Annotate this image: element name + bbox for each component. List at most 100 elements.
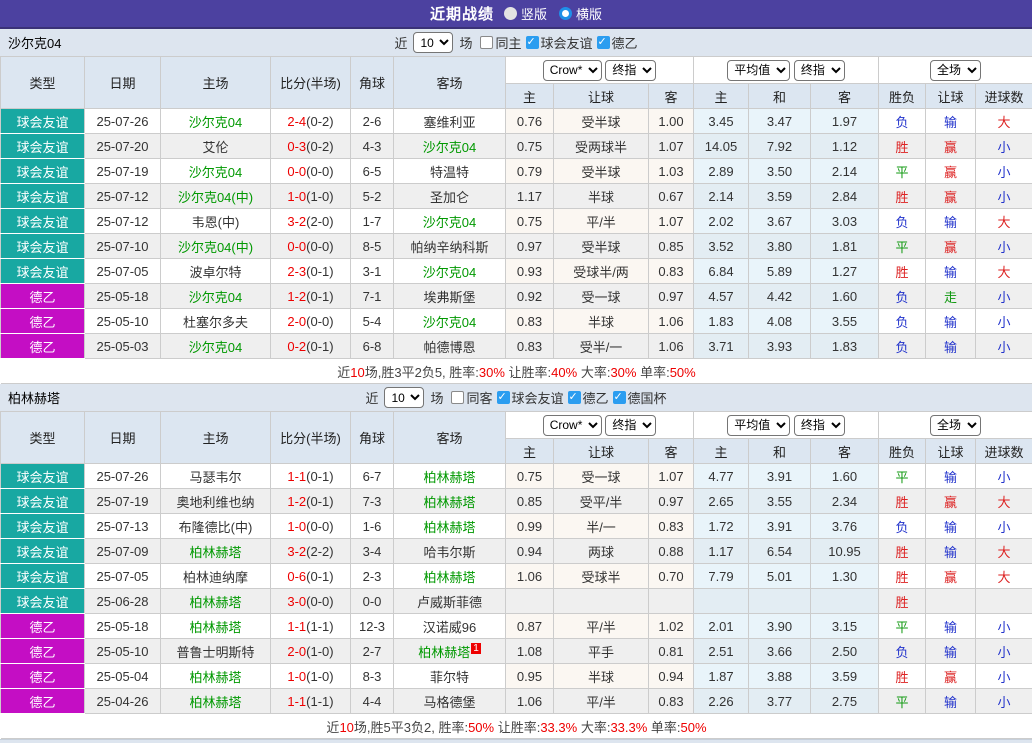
radio-icon[interactable] [559,7,572,20]
filter-check-item[interactable]: 德乙 [597,33,638,52]
avg-draw-odds: 5.01 [749,564,811,589]
score-cell: 3-2(2-2) [271,539,351,564]
avg-away-odds: 3.55 [811,309,879,334]
handicap-result-cell: 赢 [926,159,976,184]
filter-check-item[interactable]: 球会友谊 [526,33,593,52]
filter-check-item[interactable]: 球会友谊 [497,388,564,407]
halftime-score: (0-1) [306,569,333,584]
goals-result-cell: 小 [976,664,1032,689]
match-type-badge: 球会友谊 [1,514,85,539]
checkbox-unchecked-icon[interactable] [451,391,464,404]
match-row: 球会友谊25-07-12沙尔克04(中)1-0(1-0)5-2圣加仑1.17半球… [1,184,1032,209]
filter-checkbox-label: 球会友谊 [512,388,564,407]
crow-away-odds: 1.07 [649,134,694,159]
avg-draw-odds: 3.80 [749,234,811,259]
score-cell: 2-0(1-0) [271,639,351,664]
filter-checkbox-label: 德国杯 [628,388,667,407]
odds-stage-select[interactable]: 终指 [605,60,656,81]
filter-checkbox-label: 同客 [466,388,492,407]
avg-home-odds: 3.71 [694,334,749,359]
result-cell: 胜 [879,564,926,589]
avg-source-select[interactable]: 平均值 [727,60,790,81]
avg-draw-odds: 3.91 [749,464,811,489]
radio-icon[interactable] [504,7,517,20]
match-type-badge: 球会友谊 [1,539,85,564]
handicap-result-cell: 输 [926,334,976,359]
home-team-cell: 普鲁士明斯特 [161,639,271,664]
avg-away-odds: 2.50 [811,639,879,664]
checkbox-unchecked-icon[interactable] [480,36,493,49]
fulltime-score: 0-2 [287,339,306,354]
odds-source-select[interactable]: Crow* [543,415,602,436]
odds-stage-select[interactable]: 终指 [605,415,656,436]
filter-check-item[interactable]: 同主 [480,33,521,52]
corner-score: 7-3 [351,489,394,514]
col-home: 主场 [161,412,271,464]
home-team-name: 韦恩(中) [192,215,240,230]
scope-select[interactable]: 全场 [930,60,981,81]
match-count-select[interactable]: 10 [413,32,453,53]
avg-draw-odds: 3.93 [749,334,811,359]
filter-check-item[interactable]: 德国杯 [613,388,667,407]
match-count-select[interactable]: 10 [384,387,424,408]
crow-home-odds: 0.92 [506,284,554,309]
avg-stage-select[interactable]: 终指 [794,60,845,81]
recent-results-table: 类型 日期 主场 比分(半场) 角球 客场 Crow* 终指 平均值 终指 全场 [0,56,1032,384]
home-team-name: 马瑟韦尔 [189,470,241,485]
col-date: 日期 [85,412,161,464]
fulltime-score: 0-6 [287,569,306,584]
checkbox-checked-icon[interactable] [526,36,539,49]
handicap-line: 平/半 [554,689,649,714]
subcol-handicap-result: 让球 [926,439,976,464]
filter-check-item[interactable]: 同客 [451,388,492,407]
odds-source-group: Crow* 终指 [506,57,694,84]
match-date: 25-05-03 [85,334,161,359]
match-row: 德乙25-05-10普鲁士明斯特2-0(1-0)2-7柏林赫塔11.08平手0.… [1,639,1032,664]
fulltime-score: 1-0 [287,669,306,684]
fulltime-score: 2-0 [287,314,306,329]
avg-draw-odds: 3.91 [749,514,811,539]
section-summary: 近10场,胜3平2负5, 胜率:30% 让胜率:40% 大率:30% 单率:50… [1,359,1032,384]
summary-stat-value: 33.3% [610,720,647,735]
goals-result-cell: 小 [976,309,1032,334]
away-team-name: 特温特 [430,165,469,180]
fulltime-score: 1-1 [287,694,306,709]
goals-result-cell: 大 [976,539,1032,564]
odds-source-select[interactable]: Crow* [543,60,602,81]
halftime-score: (0-1) [306,289,333,304]
crow-home-odds: 0.75 [506,209,554,234]
result-cell: 胜 [879,184,926,209]
match-row: 德乙25-05-03沙尔克040-2(0-1)6-8帕德博恩0.83受半/一1.… [1,334,1032,359]
result-cell: 负 [879,284,926,309]
filter-check-item[interactable]: 德乙 [568,388,609,407]
col-home: 主场 [161,57,271,109]
handicap-result-cell [926,589,976,614]
handicap-line: 半球 [554,309,649,334]
checkbox-checked-icon[interactable] [597,36,610,49]
subcol-goals: 进球数 [976,439,1032,464]
scope-select[interactable]: 全场 [930,415,981,436]
radio-vertical-layout[interactable]: 竖版 [504,4,547,23]
halftime-score: (1-1) [306,694,333,709]
subcol-result: 胜负 [879,84,926,109]
halftime-score: (0-1) [306,264,333,279]
radio-horizontal-layout[interactable]: 横版 [559,4,602,23]
away-team-name: 柏林赫塔 [418,645,470,660]
avg-home-odds: 2.01 [694,614,749,639]
avg-stage-select[interactable]: 终指 [794,415,845,436]
home-team-cell: 沙尔克04 [161,284,271,309]
avg-away-odds: 1.60 [811,464,879,489]
home-team-name: 杜塞尔多夫 [183,315,248,330]
away-team-name: 沙尔克04 [423,140,476,155]
match-row: 球会友谊25-07-09柏林赫塔3-2(2-2)3-4哈韦尔斯0.94两球0.8… [1,539,1032,564]
handicap-result-cell: 输 [926,689,976,714]
handicap-line: 受球半 [554,564,649,589]
checkbox-checked-icon[interactable] [497,391,510,404]
odds-source-group: Crow* 终指 [506,412,694,439]
corner-score: 6-7 [351,464,394,489]
away-team-name: 柏林赫塔 [423,495,475,510]
checkbox-checked-icon[interactable] [613,391,626,404]
checkbox-checked-icon[interactable] [568,391,581,404]
match-row: 德乙25-05-04柏林赫塔1-0(1-0)8-3菲尔特0.95半球0.941.… [1,664,1032,689]
avg-source-select[interactable]: 平均值 [727,415,790,436]
